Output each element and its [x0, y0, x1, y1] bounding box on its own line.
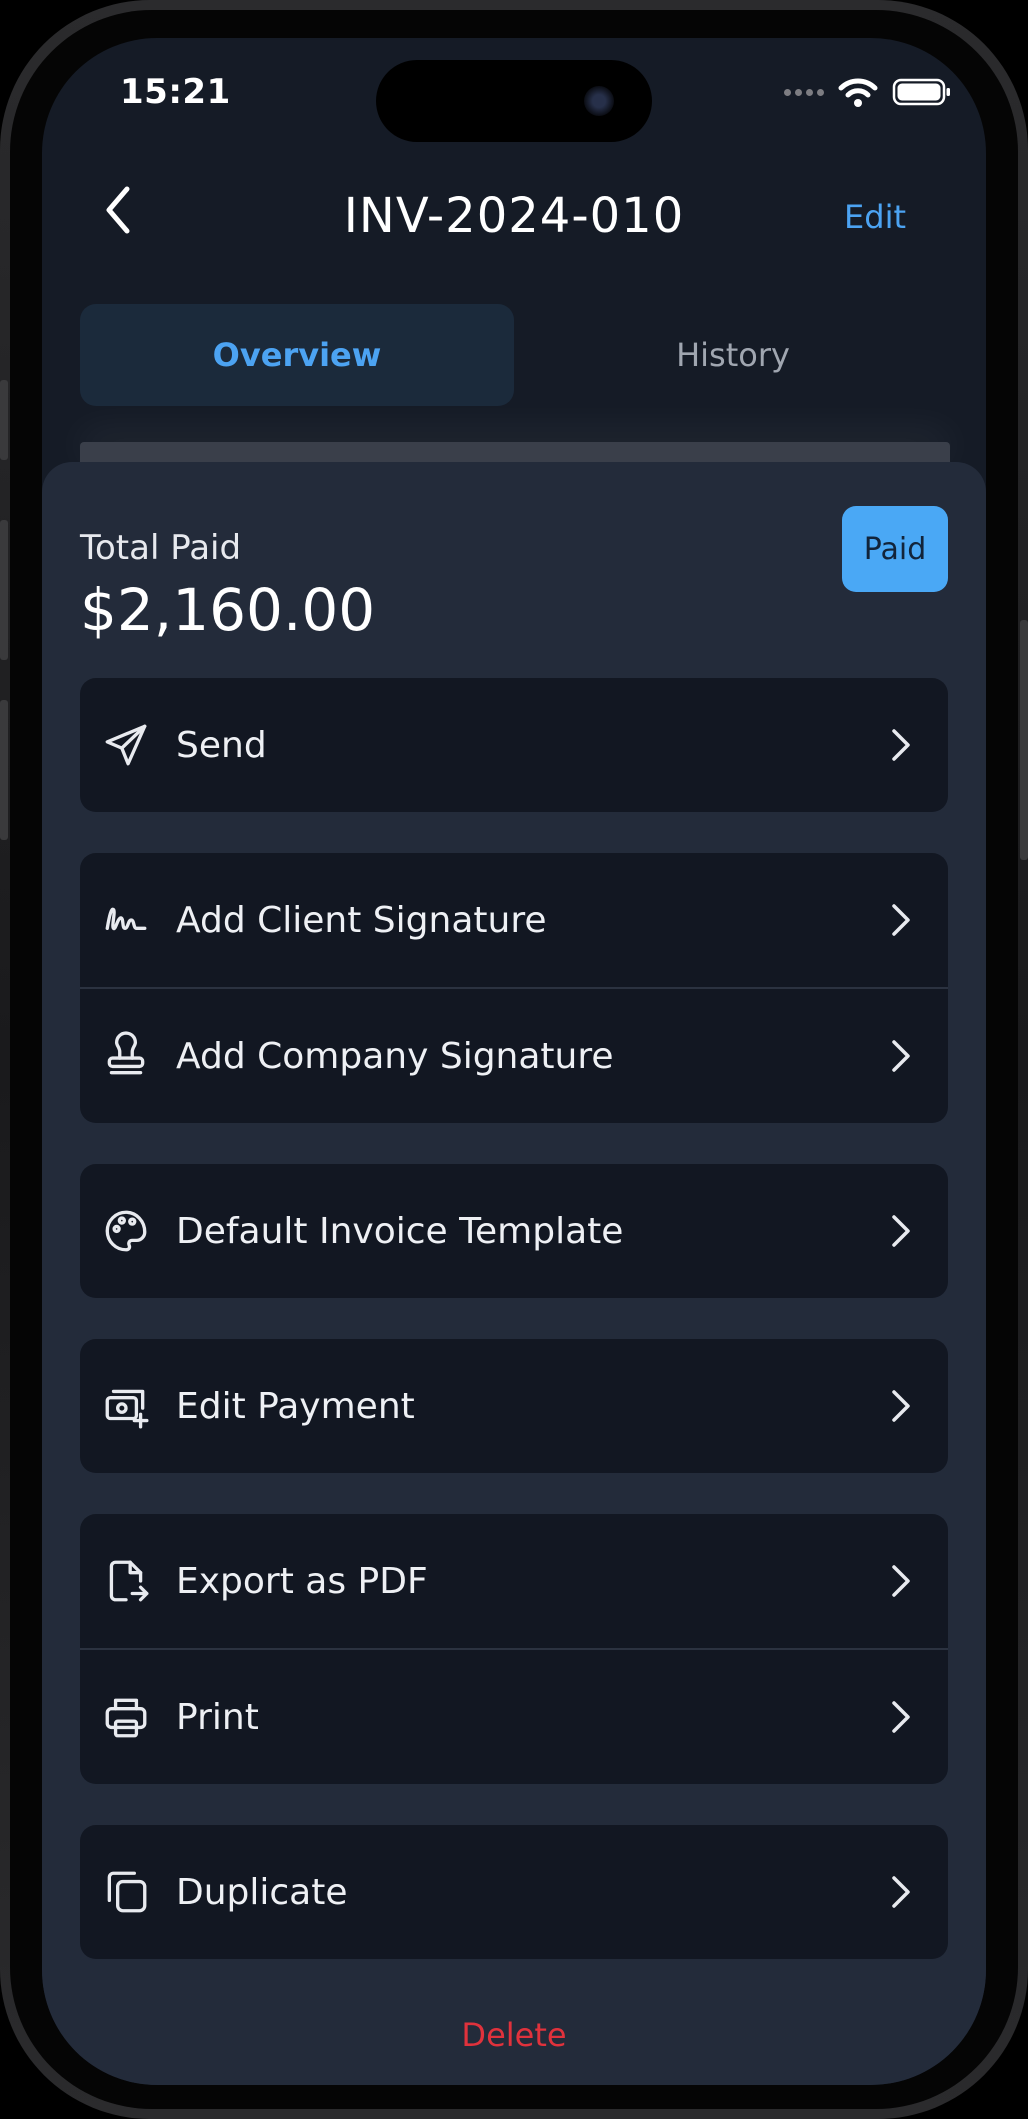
chevron-right-icon	[886, 726, 916, 764]
edit-payment-label: Edit Payment	[176, 1385, 415, 1427]
screen: 15:21 INV-2024-010 Edit Overview History…	[42, 38, 986, 2085]
print-label: Print	[176, 1696, 259, 1738]
default-invoice-template-row[interactable]: Default Invoice Template	[80, 1164, 948, 1298]
payment-edit-icon	[100, 1380, 152, 1432]
signature-card: Add Client Signature Add Company Signatu…	[80, 853, 948, 1123]
add-client-signature-row[interactable]: Add Client Signature	[80, 853, 948, 987]
chevron-right-icon	[886, 1873, 916, 1911]
dynamic-island	[376, 60, 652, 142]
add-company-signature-row[interactable]: Add Company Signature	[80, 987, 948, 1123]
volume-up-button	[0, 520, 8, 660]
chevron-right-icon	[886, 1562, 916, 1600]
edit-button[interactable]: Edit	[844, 198, 906, 236]
chevron-right-icon	[886, 901, 916, 939]
battery-icon	[892, 78, 950, 106]
send-label: Send	[176, 724, 267, 766]
palette-icon	[100, 1205, 152, 1257]
tab-history[interactable]: History	[516, 304, 950, 406]
stamp-icon	[100, 1030, 152, 1082]
duplicate-icon	[100, 1866, 152, 1918]
payment-card: Edit Payment	[80, 1339, 948, 1473]
file-export-icon	[100, 1555, 152, 1607]
send-icon	[100, 719, 152, 771]
tab-overview[interactable]: Overview	[80, 304, 514, 406]
add-client-signature-label: Add Client Signature	[176, 899, 547, 941]
duplicate-label: Duplicate	[176, 1871, 348, 1913]
tab-bar: Overview History	[80, 304, 950, 406]
export-card: Export as PDF Print	[80, 1514, 948, 1784]
total-paid-label: Total Paid	[80, 528, 242, 568]
chevron-right-icon	[886, 1037, 916, 1075]
default-invoice-template-label: Default Invoice Template	[176, 1210, 624, 1252]
wifi-icon	[838, 78, 878, 107]
total-paid-amount: $2,160.00	[80, 576, 376, 644]
duplicate-card: Duplicate	[80, 1825, 948, 1959]
camera-icon	[584, 86, 614, 116]
back-button[interactable]	[88, 180, 148, 240]
chevron-right-icon	[886, 1212, 916, 1250]
template-card: Default Invoice Template	[80, 1164, 948, 1298]
add-company-signature-label: Add Company Signature	[176, 1035, 614, 1077]
chevron-left-icon	[106, 186, 130, 234]
edit-payment-row[interactable]: Edit Payment	[80, 1339, 948, 1473]
export-pdf-label: Export as PDF	[176, 1560, 428, 1602]
duplicate-row[interactable]: Duplicate	[80, 1825, 948, 1959]
delete-button[interactable]: Delete	[42, 2016, 986, 2054]
status-indicators	[784, 76, 952, 108]
print-row[interactable]: Print	[80, 1648, 948, 1784]
volume-down-button	[0, 700, 8, 840]
printer-icon	[100, 1691, 152, 1743]
export-pdf-row[interactable]: Export as PDF	[80, 1514, 948, 1648]
status-time: 15:21	[120, 72, 231, 112]
power-button	[1020, 620, 1028, 860]
status-badge: Paid	[842, 506, 948, 592]
send-row[interactable]: Send	[80, 678, 948, 812]
cellular-signal-icon	[784, 88, 824, 96]
page-title: INV-2024-010	[343, 188, 685, 244]
signature-icon	[100, 894, 152, 946]
action-button	[0, 380, 8, 460]
chevron-right-icon	[886, 1387, 916, 1425]
chevron-right-icon	[886, 1698, 916, 1736]
send-card: Send	[80, 678, 948, 812]
